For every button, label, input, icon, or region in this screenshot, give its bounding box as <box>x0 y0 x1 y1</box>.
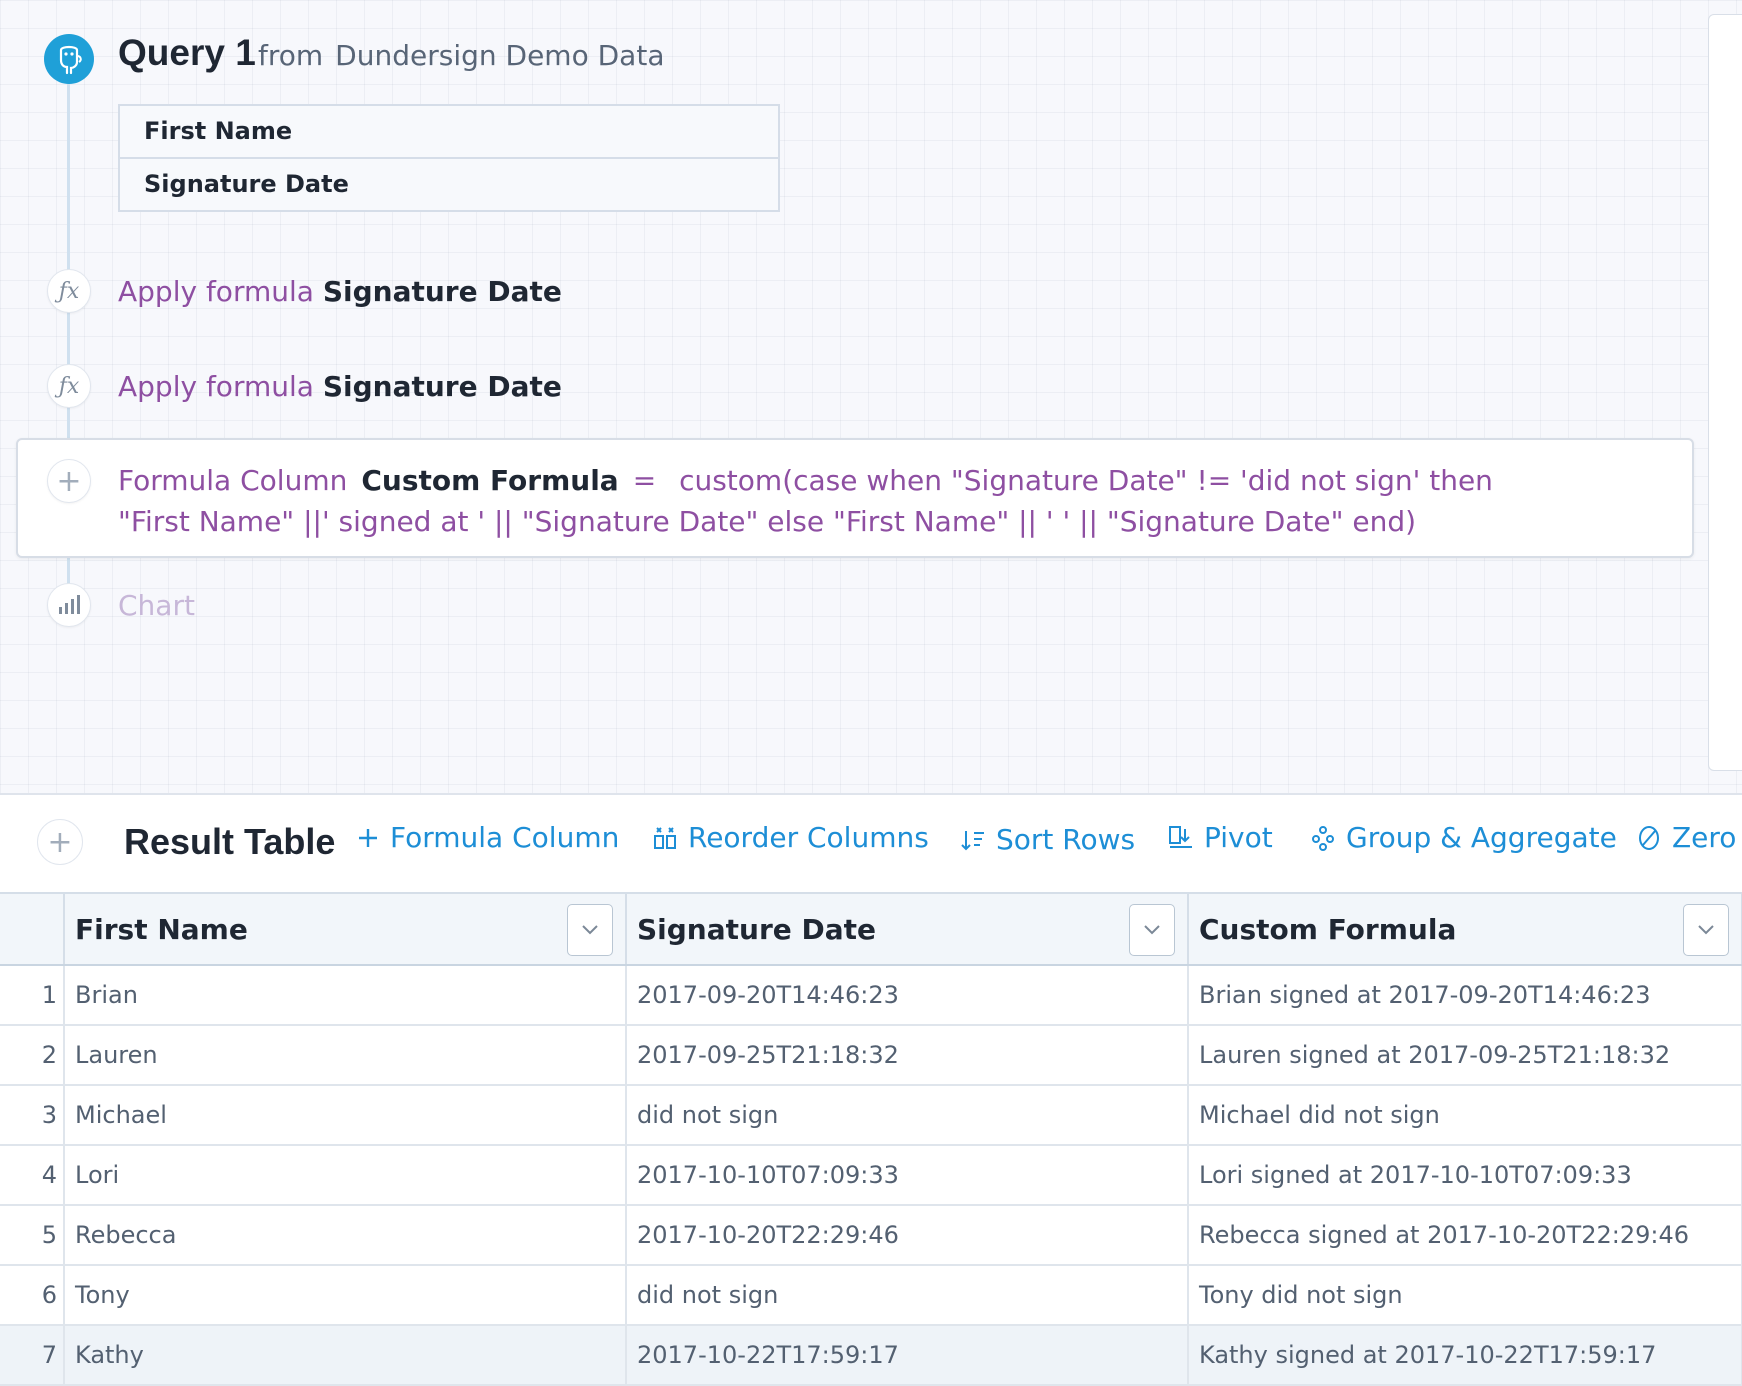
row-index: 4 <box>0 1145 65 1206</box>
group-aggregate-icon <box>1312 825 1334 851</box>
cell-signature-date: 2017-10-10T07:09:33 <box>626 1145 1189 1206</box>
cell-custom-formula: Brian signed at 2017-09-20T14:46:23 <box>1188 965 1742 1026</box>
query-source: from Dundersign Demo Data <box>258 39 664 72</box>
column-menu-button[interactable] <box>567 904 613 956</box>
query-builder-panel: Query 1 from Dundersign Demo Data First N… <box>0 0 1742 795</box>
result-toolbar: + Result Table Formula Column Reorder Co… <box>0 795 1742 892</box>
cell-first-name: Tony <box>64 1265 627 1326</box>
plus-icon[interactable]: + <box>47 459 91 503</box>
result-data-table: First Name Signature Date Custom Formula <box>0 892 1742 1386</box>
cell-first-name: Lori <box>64 1145 627 1206</box>
plus-icon <box>359 828 377 847</box>
cell-first-name: Lauren <box>64 1025 627 1086</box>
cell-signature-date: did not sign <box>626 1265 1189 1326</box>
result-table-title: Result Table <box>124 821 336 862</box>
table-row[interactable]: 6 Tony did not sign Tony did not sign <box>0 1265 1742 1326</box>
zero-icon <box>1639 825 1659 850</box>
group-aggregate-button[interactable]: Group & Aggregate <box>1310 821 1617 854</box>
side-panel-card[interactable] <box>1708 14 1742 771</box>
row-index-header <box>0 892 65 966</box>
formula-label: Formula Column <box>118 464 348 497</box>
column-menu-button[interactable] <box>1683 904 1729 956</box>
formula-fx-icon[interactable]: ƒx <box>47 364 91 408</box>
pivot-icon <box>1169 825 1192 848</box>
formula-column-name: Custom Formula <box>361 464 619 497</box>
group-aggregate-label: Group & Aggregate <box>1346 821 1617 854</box>
column-header-custom-formula[interactable]: Custom Formula <box>1188 892 1742 966</box>
add-step-plus-icon[interactable]: + <box>37 819 83 865</box>
cell-custom-formula: Lori signed at 2017-10-10T07:09:33 <box>1188 1145 1742 1206</box>
formula-equals: = <box>632 464 657 497</box>
pivot-label: Pivot <box>1204 821 1273 854</box>
formula-column-step-card[interactable]: + Formula Column Custom Formula = custom(c… <box>16 438 1694 558</box>
field-list: First Name Signature Date <box>118 104 780 212</box>
chart-bar-icon[interactable] <box>47 583 91 627</box>
row-index: 7 <box>0 1325 65 1386</box>
table-row[interactable]: 5 Rebecca 2017-10-20T22:29:46 Rebecca si… <box>0 1205 1742 1266</box>
cell-signature-date: 2017-10-22T17:59:17 <box>626 1325 1189 1386</box>
cell-first-name: Brian <box>64 965 627 1026</box>
field-item-signature-date[interactable]: Signature Date <box>120 157 778 210</box>
reorder-columns-icon <box>654 826 676 849</box>
pivot-button[interactable]: Pivot <box>1168 821 1273 854</box>
step-target: Signature Date <box>322 275 562 308</box>
table-row[interactable]: 7 Kathy 2017-10-22T17:59:17 Kathy signed… <box>0 1325 1742 1386</box>
chevron-down-icon <box>1698 925 1714 935</box>
sort-rows-button[interactable]: Sort Rows <box>960 823 1135 856</box>
reorder-columns-label: Reorder Columns <box>688 821 929 854</box>
table-row[interactable]: 1 Brian 2017-09-20T14:46:23 Brian signed… <box>0 965 1742 1026</box>
cell-signature-date: did not sign <box>626 1085 1189 1146</box>
reorder-columns-button[interactable]: Reorder Columns <box>652 821 929 854</box>
postgres-database-icon <box>44 34 94 84</box>
table-row[interactable]: 3 Michael did not sign Michael did not s… <box>0 1085 1742 1146</box>
column-header-label: Signature Date <box>637 912 877 946</box>
column-menu-button[interactable] <box>1129 904 1175 956</box>
cell-signature-date: 2017-10-20T22:29:46 <box>626 1205 1189 1266</box>
cell-custom-formula: Tony did not sign <box>1188 1265 1742 1326</box>
table-row[interactable]: 2 Lauren 2017-09-25T21:18:32 Lauren sign… <box>0 1025 1742 1086</box>
sort-rows-label: Sort Rows <box>996 823 1136 856</box>
source-name[interactable]: Dundersign Demo Data <box>335 39 664 72</box>
column-header-label: Custom Formula <box>1199 912 1457 946</box>
step-action: Apply formula <box>118 275 314 308</box>
table-header-row: First Name Signature Date Custom Formula <box>0 892 1742 966</box>
cell-custom-formula: Rebecca signed at 2017-10-20T22:29:46 <box>1188 1205 1742 1266</box>
row-index: 3 <box>0 1085 65 1146</box>
chevron-down-icon <box>1144 925 1160 935</box>
row-index: 5 <box>0 1205 65 1266</box>
chevron-down-icon <box>582 925 598 935</box>
formula-fx-icon[interactable]: ƒx <box>47 269 91 313</box>
column-header-label: First Name <box>75 912 248 946</box>
cell-signature-date: 2017-09-20T14:46:23 <box>626 965 1189 1026</box>
field-item-first-name[interactable]: First Name <box>120 106 778 157</box>
query-title[interactable]: Query 1 <box>118 32 256 74</box>
from-label: from <box>258 39 324 72</box>
cell-custom-formula: Kathy signed at 2017-10-22T17:59:17 <box>1188 1325 1742 1386</box>
cell-custom-formula: Michael did not sign <box>1188 1085 1742 1146</box>
zero-fill-button[interactable]: Zero <box>1636 821 1736 854</box>
column-header-first-name[interactable]: First Name <box>64 892 627 966</box>
row-index: 1 <box>0 965 65 1026</box>
formula-expression[interactable]: Formula Column Custom Formula = custom(cas… <box>118 460 1568 542</box>
row-index: 2 <box>0 1025 65 1086</box>
row-index: 6 <box>0 1265 65 1326</box>
cell-custom-formula: Lauren signed at 2017-09-25T21:18:32 <box>1188 1025 1742 1086</box>
cell-first-name: Rebecca <box>64 1205 627 1266</box>
table-row[interactable]: 4 Lori 2017-10-10T07:09:33 Lori signed a… <box>0 1145 1742 1206</box>
apply-formula-step-2[interactable]: Apply formula Signature Date <box>118 370 562 403</box>
cell-first-name: Michael <box>64 1085 627 1146</box>
chart-step-label[interactable]: Chart <box>118 589 195 622</box>
step-target: Signature Date <box>322 370 562 403</box>
formula-column-label: Formula Column <box>390 821 620 854</box>
column-header-signature-date[interactable]: Signature Date <box>626 892 1189 966</box>
step-action: Apply formula <box>118 370 314 403</box>
cell-signature-date: 2017-09-25T21:18:32 <box>626 1025 1189 1086</box>
apply-formula-step-1[interactable]: Apply formula Signature Date <box>118 275 562 308</box>
formula-column-button[interactable]: Formula Column <box>356 821 619 854</box>
cell-first-name: Kathy <box>64 1325 627 1386</box>
sort-rows-icon <box>961 830 984 850</box>
zero-label: Zero <box>1672 821 1737 854</box>
